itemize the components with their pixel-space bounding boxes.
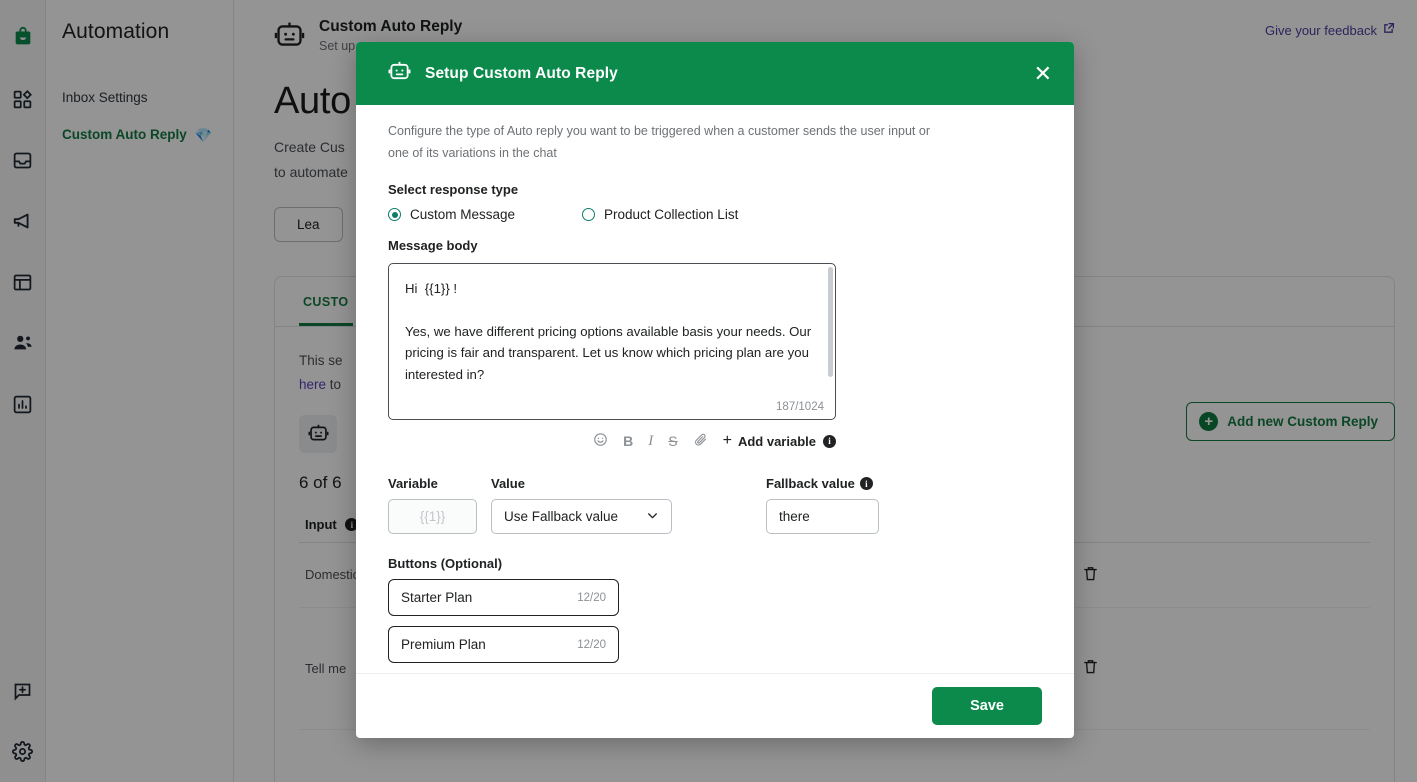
info-icon[interactable]: i: [823, 434, 836, 448]
radio-product-collection-list[interactable]: Product Collection List: [582, 207, 738, 222]
button-field-counter: 12/20: [577, 638, 606, 651]
bold-button[interactable]: B: [623, 433, 633, 449]
response-type-radio-group: Custom Message Product Collection List: [388, 207, 1042, 222]
add-variable-label: Add variable: [737, 433, 816, 449]
setup-custom-auto-reply-modal: Setup Custom Auto Reply ✕ Configure the …: [356, 42, 1074, 738]
radio-dot-icon: [582, 208, 595, 221]
message-body-label: Message body: [388, 238, 478, 253]
radio-product-collection-list-label: Product Collection List: [604, 207, 739, 222]
button-field-text: Premium Plan: [401, 637, 486, 652]
modal-title: Setup Custom Auto Reply: [425, 64, 618, 82]
add-variable-button[interactable]: + Add variable i: [723, 432, 836, 450]
variable-section: Variable {{1}} Value Use Fallback value …: [388, 476, 1042, 534]
variable-column: Variable {{1}}: [388, 476, 477, 534]
button-field-starter-plan[interactable]: Starter Plan 12/20: [388, 579, 619, 616]
fallback-input[interactable]: there: [766, 499, 879, 534]
message-body-counter: 187/1024: [776, 401, 824, 413]
message-body-scrollbar[interactable]: [828, 267, 833, 377]
value-column: Value Use Fallback value: [491, 476, 672, 534]
robot-icon: [388, 60, 411, 88]
message-body-wrap: Hi {{1}} ! Yes, we have different pricin…: [388, 263, 836, 420]
modal-header: Setup Custom Auto Reply ✕: [356, 42, 1074, 105]
fallback-label-text: Fallback value: [766, 476, 855, 491]
variable-input[interactable]: {{1}}: [388, 499, 477, 534]
modal-footer: Save: [356, 673, 1074, 738]
variable-label: Variable: [388, 476, 438, 491]
value-label: Value: [491, 476, 525, 491]
radio-custom-message-label: Custom Message: [410, 207, 516, 222]
fallback-label: Fallback value i: [766, 476, 879, 491]
button-field-text: Starter Plan: [401, 590, 473, 605]
fallback-column: Fallback value i there: [766, 476, 879, 534]
radio-custom-message[interactable]: Custom Message: [388, 207, 582, 222]
button-field-counter: 12/20: [577, 591, 606, 604]
close-icon[interactable]: ✕: [1034, 62, 1052, 85]
modal-body: Configure the type of Auto reply you wan…: [356, 105, 1074, 673]
response-type-label: Select response type: [388, 182, 519, 197]
strikethrough-button[interactable]: S: [668, 433, 677, 449]
message-body-input[interactable]: Hi {{1}} ! Yes, we have different pricin…: [388, 263, 836, 420]
plus-icon: +: [722, 432, 732, 449]
button-field-premium-plan[interactable]: Premium Plan 12/20: [388, 626, 619, 663]
value-select-text: Use Fallback value: [504, 509, 619, 524]
modal-description: Configure the type of Auto reply you wan…: [388, 124, 930, 160]
radio-dot-icon: [388, 208, 401, 221]
emoji-icon[interactable]: [593, 432, 608, 450]
app-root: Automation Inbox Settings Custom Auto Re…: [0, 0, 1417, 782]
chevron-down-icon: [646, 509, 659, 525]
info-icon[interactable]: i: [859, 477, 873, 490]
italic-button[interactable]: I: [648, 433, 653, 450]
save-button[interactable]: Save: [932, 687, 1042, 725]
value-select[interactable]: Use Fallback value: [491, 499, 672, 534]
paperclip-icon[interactable]: [693, 432, 708, 450]
message-body-toolbar: B I S + Add variable i: [388, 432, 836, 450]
buttons-optional-label: Buttons (Optional): [388, 556, 503, 571]
